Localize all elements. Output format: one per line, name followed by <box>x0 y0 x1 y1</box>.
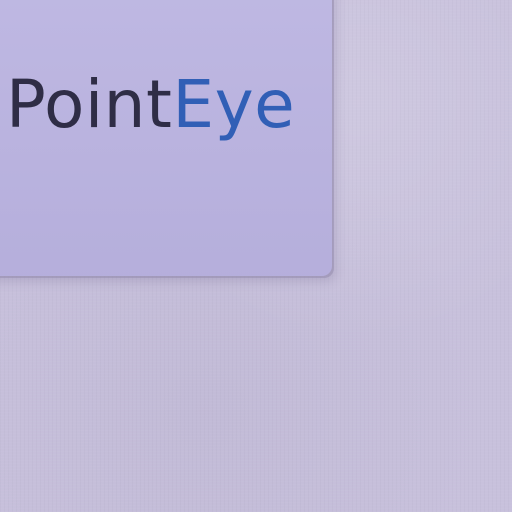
photo-scene: { "brand": { "part_a": "Point", "part_b"… <box>0 0 512 512</box>
brand-logo: PointEye <box>6 72 295 138</box>
brand-logo-part-b: Eye <box>172 66 296 143</box>
brand-logo-part-a: Point <box>6 66 173 143</box>
